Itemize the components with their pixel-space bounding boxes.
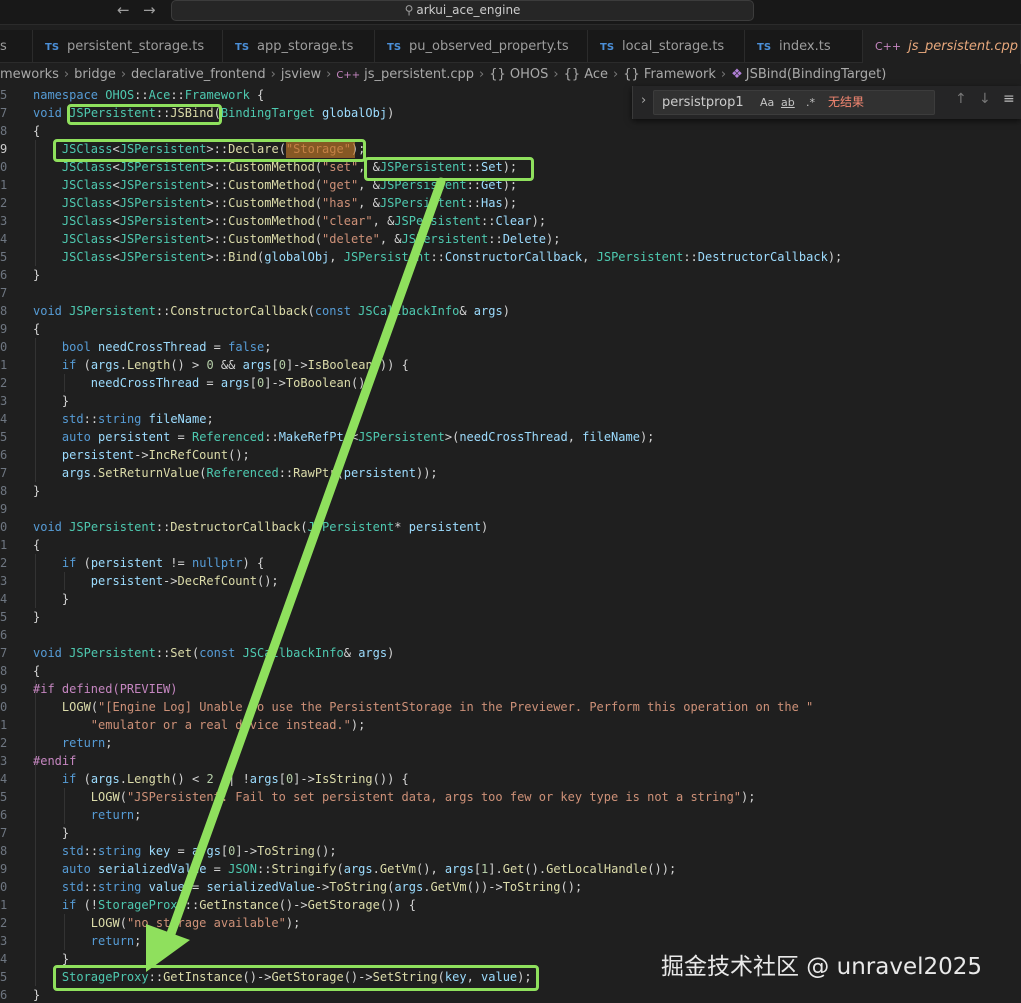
find-widget: › persistprop1 Aa ab .* 无结果 ↑ ↓ ≡ — [632, 86, 1021, 119]
arrow-up-icon[interactable]: ↑ — [955, 91, 967, 107]
arrow-shaft — [163, 177, 446, 947]
annotation-arrow — [146, 177, 446, 972]
whole-word-icon[interactable]: ab — [781, 96, 795, 109]
arrow-down-icon[interactable]: ↓ — [979, 91, 991, 107]
chevron-right-icon[interactable]: › — [641, 93, 646, 108]
find-result-status: 无结果 — [828, 95, 865, 109]
find-input[interactable]: persistprop1 Aa ab .* — [653, 90, 935, 115]
match-case-icon[interactable]: Aa — [760, 96, 774, 109]
regex-icon[interactable]: .* — [806, 96, 815, 109]
menu-icon[interactable]: ≡ — [1003, 91, 1015, 107]
find-query: persistprop1 — [662, 95, 744, 110]
watermark: 掘金技术社区 @ unravel2025 — [661, 954, 983, 980]
